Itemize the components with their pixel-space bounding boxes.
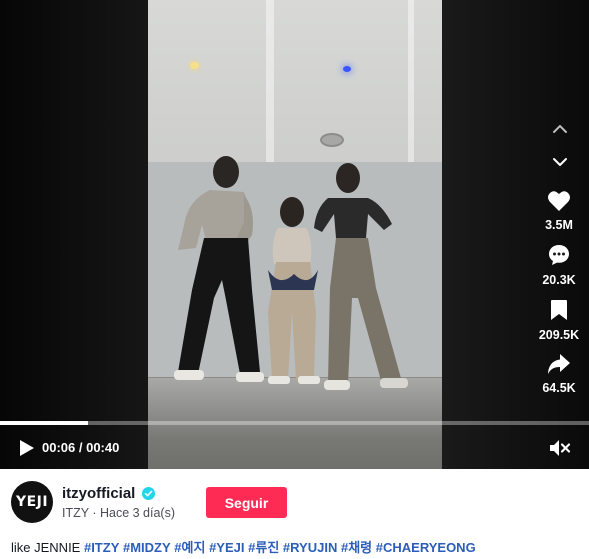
- follow-button[interactable]: Seguir: [206, 487, 287, 518]
- next-video-button[interactable]: [547, 149, 573, 175]
- display-name: ITZY: [62, 506, 89, 520]
- video-ceiling-light: [190, 62, 199, 69]
- bookmark-count: 209.5K: [538, 328, 580, 342]
- progress-fill: [0, 421, 89, 425]
- chevron-down-icon: [553, 158, 567, 166]
- chevron-up-icon: [553, 125, 567, 133]
- share-icon: [548, 354, 570, 374]
- post-date: Hace 3 día(s): [99, 506, 175, 520]
- hashtag-link[interactable]: #ITZY: [84, 540, 119, 555]
- separator: ·: [88, 506, 100, 520]
- previous-video-button[interactable]: [547, 116, 573, 142]
- video-blue-light: [343, 66, 351, 72]
- hashtag-link[interactable]: #예지: [174, 540, 205, 555]
- speaker-muted-icon: [550, 440, 571, 456]
- player-letterbox-right: [442, 0, 589, 469]
- heart-icon: [548, 191, 570, 211]
- share-count: 64.5K: [542, 381, 576, 395]
- hashtag-link[interactable]: #MIDZY: [123, 540, 171, 555]
- author-subline: ITZY · Hace 3 día(s): [62, 506, 175, 520]
- comment-count: 20.3K: [542, 273, 576, 287]
- video-info-panel: YEJI itzyofficial ITZY · Hace 3 día(s) S…: [0, 469, 589, 559]
- comment-button[interactable]: 20.3K: [530, 243, 588, 287]
- mute-button[interactable]: [548, 438, 572, 458]
- avatar-text: YEJI: [15, 494, 49, 510]
- video-dancer-left: [174, 156, 264, 382]
- video-player[interactable]: 3.5M 20.3K 209.5K 64.5K 00:06 / 00:40: [0, 0, 589, 469]
- player-letterbox-left: [0, 0, 148, 469]
- bookmark-button[interactable]: 209.5K: [530, 298, 588, 342]
- verified-badge-icon: [142, 487, 155, 500]
- caption-text: like JENNIE: [11, 540, 84, 555]
- play-icon: [20, 440, 34, 456]
- comment-icon: [549, 245, 569, 265]
- hashtag-link[interactable]: #RYUJIN: [283, 540, 337, 555]
- bookmark-icon: [551, 300, 567, 320]
- avatar[interactable]: YEJI: [11, 481, 53, 523]
- like-count: 3.5M: [545, 218, 573, 232]
- hashtag-link[interactable]: #YEJI: [209, 540, 244, 555]
- hashtag-link[interactable]: #류진: [248, 540, 279, 555]
- hashtag-link[interactable]: #채령: [341, 540, 372, 555]
- hashtag-link[interactable]: #CHAERYEONG: [376, 540, 476, 555]
- video-beam: [408, 0, 414, 165]
- username[interactable]: itzyofficial: [62, 485, 135, 502]
- play-button[interactable]: [16, 438, 36, 458]
- time-display: 00:06 / 00:40: [42, 440, 120, 455]
- like-button[interactable]: 3.5M: [530, 190, 588, 232]
- video-caption: like JENNIE #ITZY #MIDZY #예지 #YEJI #류진 #…: [11, 537, 476, 556]
- progress-bar[interactable]: [0, 421, 589, 425]
- share-button[interactable]: 64.5K: [530, 353, 588, 395]
- video-dancer-right: [314, 163, 408, 390]
- video-frame[interactable]: [148, 0, 442, 469]
- video-ceiling-vent: [320, 133, 344, 147]
